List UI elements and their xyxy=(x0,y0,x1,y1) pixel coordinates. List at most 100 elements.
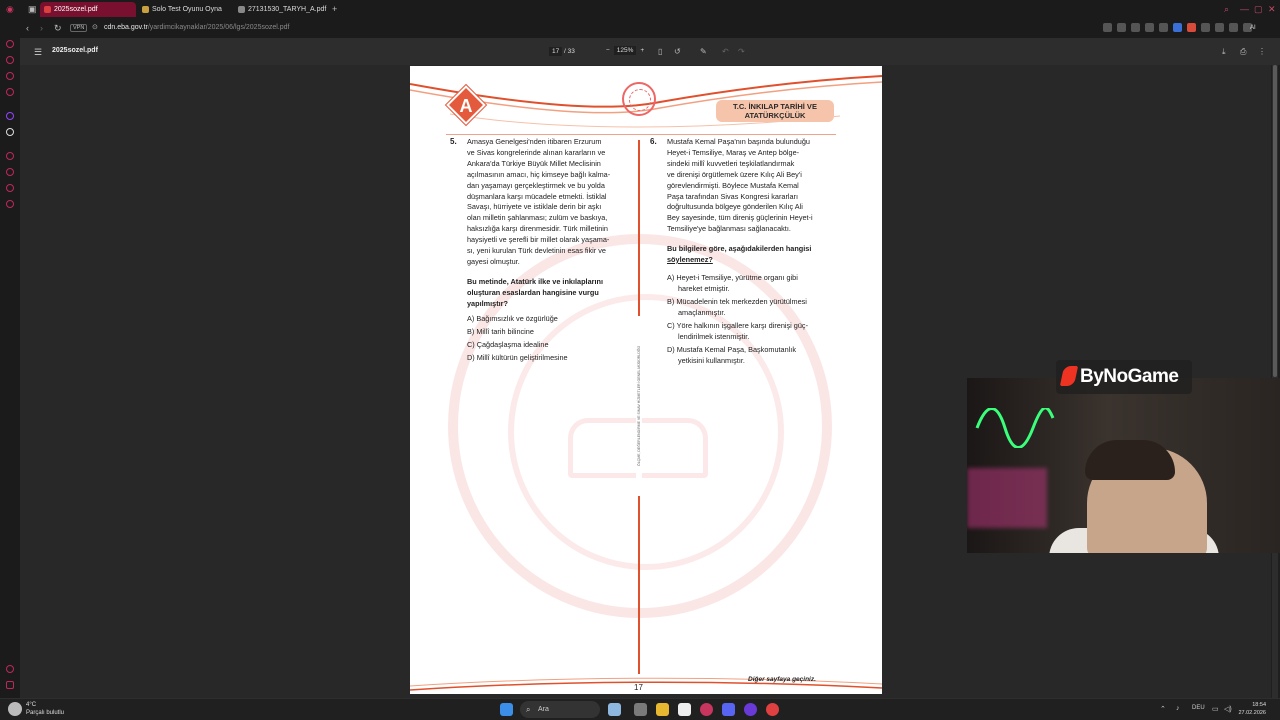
screenshot-icon[interactable] xyxy=(1117,23,1126,32)
text-line: Temsiliye'ye bağlanması sağlanacaktı. xyxy=(667,224,791,234)
reload-icon[interactable]: ↻ xyxy=(54,23,62,34)
neon-wave-sign xyxy=(975,408,1055,448)
discord-icon[interactable] xyxy=(722,703,735,716)
sidebar-instagram-icon[interactable] xyxy=(6,88,14,96)
zoom-out-button[interactable]: − xyxy=(606,47,610,54)
maximize-icon[interactable]: ▢ xyxy=(1254,4,1263,15)
next-page-note: Diğer sayfaya geçiniz. xyxy=(748,676,816,683)
question-6-number: 6. xyxy=(650,137,657,146)
side-caption: ÖLÇME, DEĞERLENDİRME VE SINAV HİZMETLERİ… xyxy=(636,316,642,496)
translate-icon[interactable] xyxy=(1173,23,1182,32)
tab-solo-test[interactable]: Solo Test Oyunu Oyna xyxy=(138,2,232,17)
bookmark-icon[interactable] xyxy=(1103,23,1112,32)
app-icon[interactable] xyxy=(744,703,757,716)
redo-icon[interactable]: ↷ xyxy=(738,47,745,56)
sidebar-more-icon[interactable] xyxy=(6,681,14,689)
question-6-option-c: C) Yöre halkının işgallere karşı direniş… xyxy=(667,321,808,343)
start-button[interactable] xyxy=(500,703,513,716)
question-6-option-d: D) Mustafa Kemal Paşa, Başkomutanlık yet… xyxy=(667,345,796,367)
download-icon[interactable]: ⤓ xyxy=(1222,47,1226,57)
minimize-icon[interactable]: — xyxy=(1240,4,1249,14)
forward-icon[interactable]: › xyxy=(40,23,43,33)
overlay-logo-text: ByNoGame xyxy=(1080,366,1179,387)
sidebar-bag-icon[interactable] xyxy=(6,56,14,64)
option-line: amaçlanmıştır. xyxy=(678,307,726,317)
close-icon[interactable]: ✕ xyxy=(1268,4,1276,15)
task-view-icon[interactable] xyxy=(634,703,647,716)
subject-label: T.C. İNKILAP TARİHİ VE ATATÜRKÇÜLÜK xyxy=(716,100,834,122)
text-line: görevlendirmişti. Böylece Mustafa Kemal xyxy=(667,180,799,190)
more-options-icon[interactable]: ⋮ xyxy=(1258,47,1266,56)
back-icon[interactable]: ‹ xyxy=(26,23,29,33)
zoom-level[interactable]: 125% xyxy=(613,46,637,55)
url-host: cdn.eba.gov.tr xyxy=(104,24,148,31)
undo-icon[interactable]: ↶ xyxy=(722,47,729,56)
heart-icon[interactable] xyxy=(1159,23,1168,32)
text-line: olan milletin şahlanması; zulüm ve baskı… xyxy=(467,213,608,223)
widgets-icon[interactable] xyxy=(608,703,621,716)
vpn-badge[interactable]: VPN xyxy=(70,24,88,32)
pdf-icon xyxy=(238,6,245,13)
puzzle-icon[interactable] xyxy=(1201,23,1210,32)
tab-label: 27131530_TARYH_A.pdf xyxy=(248,6,327,13)
text-line: haysiyetli ve şerefli bir millet olarak … xyxy=(467,235,610,245)
fit-page-icon[interactable]: ▯ xyxy=(658,47,662,56)
weather-widget[interactable]: 4°C Parçalı bulutlu xyxy=(26,702,64,717)
sidebar-speed-dial-icon[interactable] xyxy=(6,40,14,48)
microphone-icon[interactable]: ♪ xyxy=(1176,705,1180,712)
tab-taryh[interactable]: 27131530_TARYH_A.pdf xyxy=(234,2,330,17)
weather-icon[interactable] xyxy=(8,702,22,716)
play-icon[interactable] xyxy=(1145,23,1154,32)
sidebar-messenger-icon[interactable] xyxy=(6,72,14,80)
search-icon: ⌕ xyxy=(526,705,531,714)
prompt-line: Bu bilgilere göre, aşağıdakilerden hangi… xyxy=(667,244,812,253)
file-explorer-icon[interactable] xyxy=(656,703,669,716)
tab-2025sozel[interactable]: 2025sozel.pdf xyxy=(40,2,136,17)
tray-chevron-icon[interactable]: ⌃ xyxy=(1160,705,1166,713)
annotate-icon[interactable]: ✎ xyxy=(700,47,707,56)
subject-line-1: T.C. İNKILAP TARİHİ VE xyxy=(733,102,817,111)
ai-button[interactable]: AI xyxy=(1250,25,1256,31)
page-number-input[interactable]: 17 xyxy=(549,47,563,56)
volume-icon[interactable]: ◁) xyxy=(1224,705,1232,713)
scrollbar-thumb[interactable] xyxy=(1273,65,1277,377)
browser-logo-icon[interactable]: ◉ xyxy=(6,4,14,15)
url-field[interactable]: cdn.eba.gov.tr/yardimcikaynaklar/2025/06… xyxy=(104,24,289,31)
rotate-icon[interactable]: ↺ xyxy=(674,47,681,56)
download-icon[interactable] xyxy=(1229,23,1238,32)
language-indicator[interactable]: DEU xyxy=(1192,705,1205,711)
extension-icon[interactable] xyxy=(1187,23,1196,32)
history-icon[interactable] xyxy=(1215,23,1224,32)
new-tab-button[interactable]: + xyxy=(332,4,337,14)
sidebar-player-icon[interactable] xyxy=(6,152,14,160)
pdf-icon xyxy=(44,6,51,13)
chrome-icon[interactable] xyxy=(766,703,779,716)
shield-icon[interactable] xyxy=(1131,23,1140,32)
search-tabs-icon[interactable]: ⌕ xyxy=(1224,4,1229,15)
network-icon[interactable]: ▭ xyxy=(1212,705,1219,713)
store-icon[interactable] xyxy=(678,703,691,716)
text-line: haksızlığa karşı direnmesidir. Türk mill… xyxy=(467,224,608,234)
lock-icon[interactable]: ⊙ xyxy=(92,23,98,31)
taskbar-search[interactable]: ⌕ Ara xyxy=(520,701,600,718)
sidebar-gx-icon[interactable] xyxy=(6,665,14,673)
sidebar-box-icon[interactable] xyxy=(6,184,14,192)
streamer-hair xyxy=(1085,440,1175,480)
prompt-line: oluşturan esaslardan hangisine vurgu xyxy=(467,287,599,297)
sidebar-toggle-icon[interactable]: ☰ xyxy=(34,47,42,58)
option-line: D) Mustafa Kemal Paşa, Başkomutanlık xyxy=(667,345,796,354)
print-icon[interactable]: ⎙ xyxy=(1240,47,1246,57)
sidebar-settings-icon[interactable] xyxy=(6,200,14,208)
option-line: hareket etmiştir. xyxy=(678,283,730,293)
opera-gx-icon[interactable] xyxy=(700,703,713,716)
question-5-text: Amasya Genelgesi'nden itibaren Erzurum v… xyxy=(467,137,637,268)
sidebar-history-icon[interactable] xyxy=(6,168,14,176)
sidebar-x-icon[interactable] xyxy=(6,128,14,136)
browser-sidebar xyxy=(0,38,20,698)
clock[interactable]: 18:54 27.02.2026 xyxy=(1238,702,1266,717)
sidebar-twitch-icon[interactable] xyxy=(6,112,14,120)
prompt-line: yapılmıştır? xyxy=(467,298,508,308)
tab-overview-icon[interactable]: ▣ xyxy=(28,4,37,15)
zoom-in-button[interactable]: + xyxy=(640,47,644,54)
question-5-option-b: B) Millî tarih bilincine xyxy=(467,327,534,336)
